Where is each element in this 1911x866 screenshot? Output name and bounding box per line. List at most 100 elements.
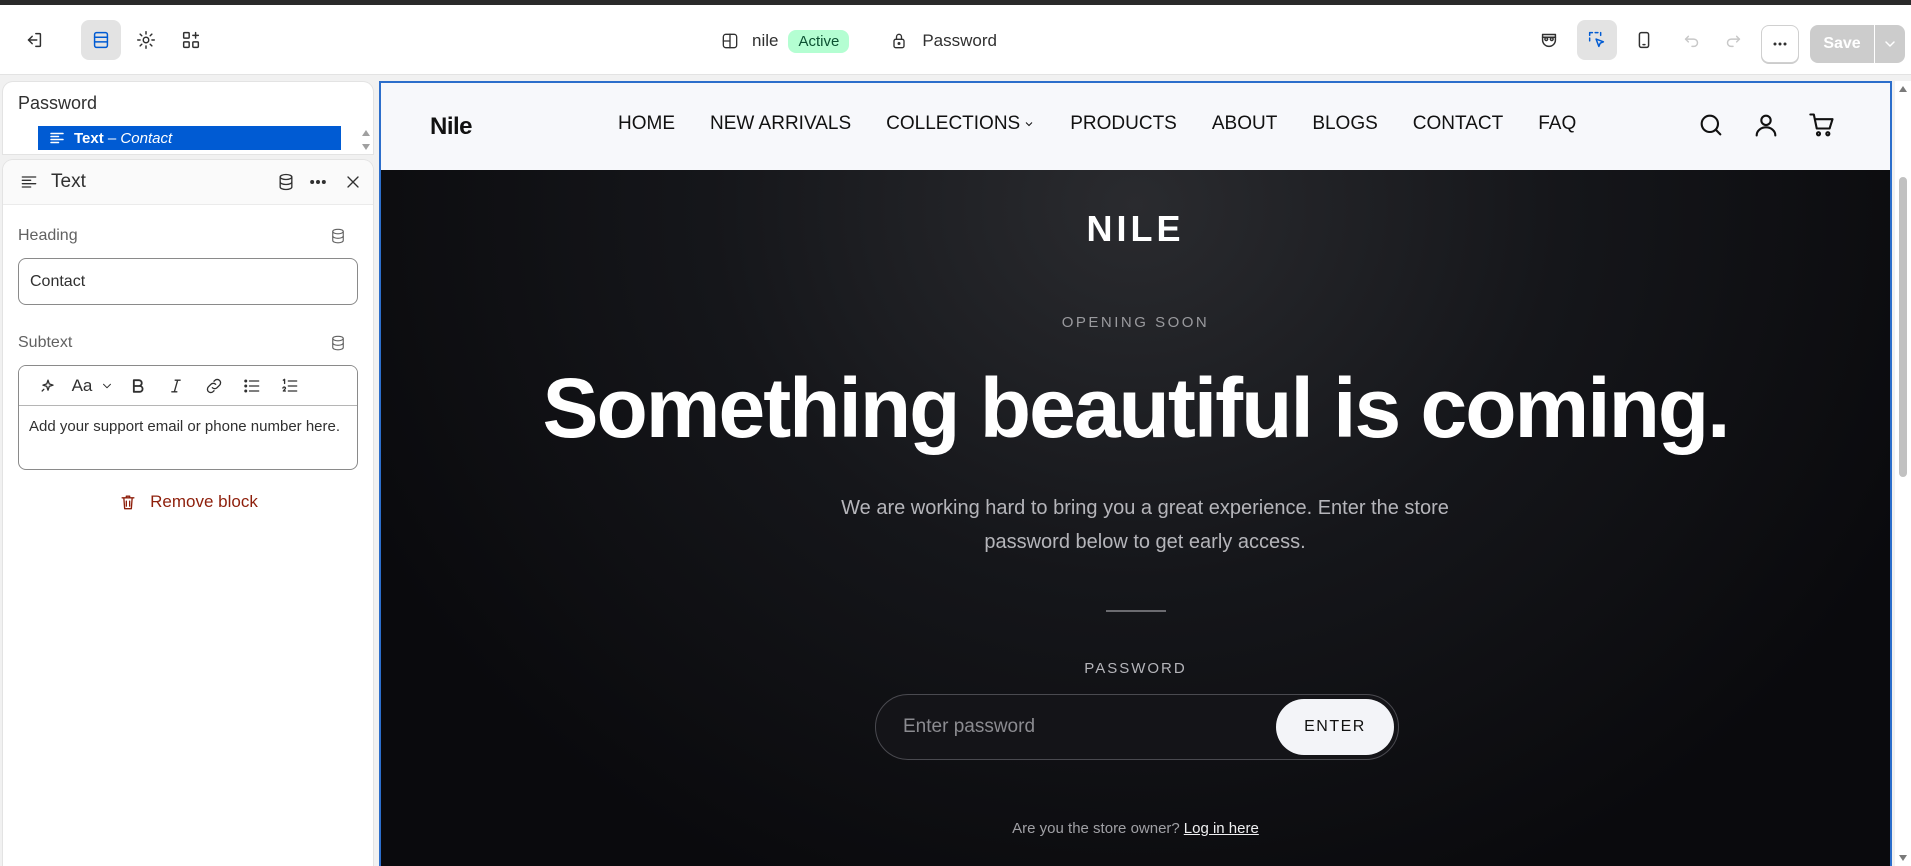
more-horizontal-icon xyxy=(1773,42,1787,46)
status-badge: Active xyxy=(788,29,850,53)
nav-home[interactable]: HOME xyxy=(618,113,675,135)
nav-contact[interactable]: CONTACT xyxy=(1413,113,1503,135)
tree-item-type: Text xyxy=(74,129,104,147)
search-icon xyxy=(1700,114,1722,136)
ai-generate-button[interactable] xyxy=(29,372,67,400)
nav-faq[interactable]: FAQ xyxy=(1538,113,1576,135)
tree-item-text-contact[interactable]: Text – Contact xyxy=(38,126,341,150)
template-name: Password xyxy=(922,31,997,50)
redo-icon xyxy=(1726,35,1741,48)
chevron-down-icon xyxy=(1025,122,1033,127)
sparkle-icon xyxy=(41,379,54,392)
sections-button[interactable] xyxy=(81,20,121,60)
apps-icon xyxy=(182,31,200,49)
more-actions-button[interactable] xyxy=(1761,25,1799,63)
nav-about[interactable]: ABOUT xyxy=(1212,113,1277,135)
scroll-arrows-icon xyxy=(362,130,370,150)
subtext-editor: Aa Add your support email or phone numbe… xyxy=(18,365,358,470)
password-label: PASSWORD xyxy=(1084,660,1187,677)
user-icon xyxy=(1755,114,1777,137)
mobile-preview-button[interactable] xyxy=(1624,20,1664,60)
store-header: Nile HOME NEW ARRIVALS COLLECTIONS PRODU… xyxy=(381,83,1890,170)
redo-button[interactable] xyxy=(1713,20,1753,60)
font-size-icon: Aa xyxy=(71,375,93,395)
hero-eyebrow: OPENING SOON xyxy=(1061,314,1210,331)
hero-headline: Something beautiful is coming. xyxy=(542,361,1730,455)
nav-collections[interactable]: COLLECTIONS xyxy=(886,113,1035,135)
exit-icon xyxy=(27,32,42,48)
remove-block-label: Remove block xyxy=(150,492,258,511)
undo-button[interactable] xyxy=(1672,20,1712,60)
numbered-list-icon xyxy=(282,378,298,392)
italic-button[interactable] xyxy=(157,372,195,400)
close-block-button[interactable] xyxy=(343,172,363,197)
tree-scrollbar[interactable] xyxy=(359,126,373,154)
nav-products[interactable]: PRODUCTS xyxy=(1070,113,1177,135)
text-format-dropdown[interactable]: Aa xyxy=(67,372,119,400)
heading-input[interactable]: Contact xyxy=(18,258,358,305)
scroll-thumb[interactable] xyxy=(1899,177,1907,477)
select-element-button[interactable] xyxy=(1577,20,1617,60)
exit-button[interactable] xyxy=(14,20,54,60)
save-button[interactable]: Save xyxy=(1810,25,1874,63)
scroll-down-icon xyxy=(1899,855,1907,861)
more-horizontal-icon xyxy=(310,179,326,184)
remove-block-button[interactable]: Remove block xyxy=(3,492,373,512)
owner-login: Are you the store owner? Log in here xyxy=(381,820,1890,837)
tree-item-name: Contact xyxy=(120,129,173,147)
inspector-button[interactable] xyxy=(1529,20,1569,60)
gear-icon xyxy=(137,31,155,49)
block-more-button[interactable] xyxy=(308,172,328,197)
layout-icon xyxy=(722,33,738,49)
password-hero: NILE OPENING SOON Something beautiful is… xyxy=(381,170,1890,866)
mobile-icon xyxy=(1638,31,1650,49)
link-icon xyxy=(206,378,222,393)
store-logo[interactable]: Nile xyxy=(430,113,473,141)
database-icon xyxy=(279,173,293,191)
sections-icon xyxy=(93,31,109,49)
section-title: Password xyxy=(18,93,98,113)
bullet-list-icon xyxy=(244,379,260,392)
italic-icon xyxy=(171,379,181,392)
subtext-content[interactable]: Add your support email or phone number h… xyxy=(19,406,357,448)
dynamic-source-button[interactable] xyxy=(276,172,296,197)
link-button[interactable] xyxy=(195,372,233,400)
text-block-icon xyxy=(21,176,37,188)
cart-icon xyxy=(1809,113,1834,137)
theme-settings-button[interactable] xyxy=(126,20,166,60)
save-options-button[interactable] xyxy=(1875,25,1905,63)
store-cart-button[interactable] xyxy=(1808,111,1836,139)
bold-button[interactable] xyxy=(119,372,157,400)
block-title: Text xyxy=(51,171,86,192)
close-icon xyxy=(347,176,359,188)
theme-name: nile xyxy=(752,31,779,50)
mask-icon xyxy=(1541,33,1557,48)
password-input[interactable]: Enter password xyxy=(903,716,1035,738)
subtext-label: Subtext xyxy=(18,334,73,351)
store-search-button[interactable] xyxy=(1697,111,1725,139)
hero-divider xyxy=(1106,610,1166,612)
heading-source-icon[interactable] xyxy=(329,227,347,245)
preview-scrollbar[interactable] xyxy=(1895,81,1911,866)
nav-new-arrivals[interactable]: NEW ARRIVALS xyxy=(710,113,851,135)
block-settings-panel: Text Heading Contact Subtext Aa Add your… xyxy=(3,160,373,866)
editor-topbar: nile Active Password Save xyxy=(0,5,1911,75)
bullet-list-button[interactable] xyxy=(233,372,271,400)
cursor-select-icon xyxy=(1588,31,1605,48)
app-embeds-button[interactable] xyxy=(171,20,211,60)
nav-blogs[interactable]: BLOGS xyxy=(1312,113,1377,135)
heading-label: Heading xyxy=(18,227,78,244)
store-account-button[interactable] xyxy=(1752,111,1780,139)
enter-button[interactable]: ENTER xyxy=(1276,699,1394,755)
template-selector[interactable]: Password xyxy=(889,31,997,51)
password-form: Enter password ENTER xyxy=(875,694,1399,760)
text-block-icon xyxy=(50,132,64,144)
block-header: Text xyxy=(3,160,373,205)
scroll-up-icon xyxy=(1899,86,1907,92)
theme-info: nile Active Password xyxy=(720,27,997,55)
owner-login-link[interactable]: Log in here xyxy=(1184,820,1259,837)
subtext-source-icon[interactable] xyxy=(329,334,347,352)
numbered-list-button[interactable] xyxy=(271,372,309,400)
rich-text-toolbar: Aa xyxy=(19,366,357,406)
lock-icon xyxy=(893,33,905,49)
